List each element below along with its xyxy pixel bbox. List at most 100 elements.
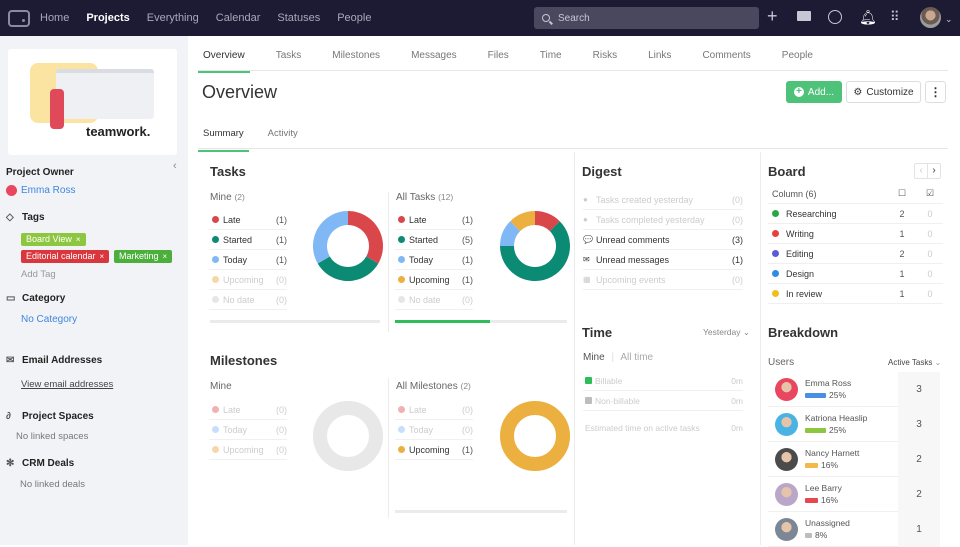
chevron-right-icon[interactable]: › (928, 164, 940, 178)
legend-row[interactable]: Today (1) (395, 250, 473, 270)
tag-chip[interactable]: Editorial calendar × (21, 250, 110, 263)
estimate-value: 0m (731, 423, 743, 433)
category-value-link[interactable]: No Category (21, 314, 77, 325)
time-tab-mine[interactable]: Mine (583, 352, 605, 363)
board-column-row[interactable]: Writing 1 0 (768, 224, 943, 244)
legend-row[interactable]: Upcoming (0) (209, 270, 287, 290)
nav-item-home[interactable]: Home (40, 12, 69, 24)
projects-logo-icon[interactable] (8, 9, 30, 27)
user-avatar[interactable] (920, 7, 941, 28)
column-name: Writing (786, 228, 814, 239)
user-name: Unassigned (805, 518, 850, 528)
digest-row[interactable]: ● Tasks created yesterday (0) (583, 190, 743, 210)
user-row[interactable]: Emma Ross 25% 3 (768, 371, 940, 407)
tag-chip[interactable]: Board View × (21, 233, 86, 246)
category-label: Category (22, 293, 66, 304)
nav-item-projects[interactable]: Projects (86, 12, 129, 24)
user-row[interactable]: Unassigned 8% 1 (768, 511, 940, 547)
legend-count: (0) (462, 424, 473, 435)
legend-count: (0) (276, 424, 287, 435)
legend-row[interactable]: No date (0) (395, 290, 473, 310)
view-email-addresses-link[interactable]: View email addresses (21, 379, 113, 390)
column-color-dot (772, 270, 779, 277)
legend-row[interactable]: Late (1) (395, 210, 473, 230)
user-row[interactable]: Katriona Heaslip 25% 3 (768, 406, 940, 442)
time-value: 0m (731, 395, 743, 406)
donut-slice-started[interactable] (317, 256, 379, 282)
status-dot-icon (212, 446, 219, 453)
digest-row[interactable]: ✉ Unread messages (1) (583, 250, 743, 270)
legend-row[interactable]: Today (0) (395, 420, 473, 440)
chevron-down-icon[interactable]: ⌄ (945, 11, 953, 27)
board-column-row[interactable]: Editing 2 0 (768, 244, 943, 264)
legend-label: Late (223, 214, 241, 225)
user-row[interactable]: Nancy Harnett 16% 2 (768, 441, 940, 477)
time-title: Time (582, 325, 613, 340)
user-row[interactable]: Lee Barry 16% 2 (768, 476, 940, 512)
time-label: Billable (595, 375, 623, 386)
nav-item-people[interactable]: People (337, 12, 371, 24)
active-tasks-sort-dropdown[interactable]: Active Tasks ⌄ (888, 358, 941, 367)
legend-row[interactable]: Started (1) (209, 230, 287, 250)
legend-row[interactable]: Upcoming (1) (395, 440, 473, 460)
milestones-title: Milestones (210, 353, 278, 368)
legend-row[interactable]: Late (1) (209, 210, 287, 230)
folder-icon[interactable] (797, 11, 811, 21)
owner-name-link[interactable]: Emma Ross (21, 185, 75, 196)
add-button[interactable]: + Add... (786, 81, 842, 103)
legend-row[interactable]: Late (0) (395, 400, 473, 420)
legend-row[interactable]: Upcoming (1) (395, 270, 473, 290)
nav-item-everything[interactable]: Everything (147, 12, 199, 24)
digest-row[interactable]: 💬 Unread comments (3) (583, 230, 743, 250)
chevron-left-icon[interactable]: ‹ (915, 164, 928, 178)
legend-label: Today (223, 424, 248, 435)
tasks-mine-donut-chart (313, 211, 383, 282)
time-row: Non-billable 0m (583, 391, 743, 411)
remove-tag-icon[interactable]: × (76, 235, 81, 244)
project-owner-label: Project Owner (6, 167, 74, 178)
chevron-down-icon: ⌄ (742, 327, 750, 337)
bell-icon[interactable]: 🔔︎ (859, 9, 877, 25)
time-period-dropdown[interactable]: Yesterday ⌄ (703, 327, 750, 338)
add-button-label: Add... (807, 86, 835, 98)
status-dot-icon (212, 256, 219, 263)
plus-icon[interactable]: + (767, 7, 778, 25)
customize-button[interactable]: ⚙ Customize (846, 81, 921, 103)
apps-grid-icon[interactable]: ⠿ (890, 9, 899, 25)
user-avatar (775, 447, 798, 471)
time-tab-all-time[interactable]: All time (620, 352, 653, 363)
nav-item-calendar[interactable]: Calendar (216, 12, 261, 24)
legend-row[interactable]: Late (0) (209, 400, 287, 420)
legend-row[interactable]: No date (0) (209, 290, 287, 310)
digest-row[interactable]: ● Tasks completed yesterday (0) (583, 210, 743, 230)
digest-count: (0) (732, 194, 743, 205)
legend-row[interactable]: Upcoming (0) (209, 440, 287, 460)
donut-slice-late[interactable] (348, 211, 383, 264)
sort-label: Active Tasks (888, 358, 933, 367)
percent-label: 25% (829, 390, 847, 400)
remove-tag-icon[interactable]: × (100, 252, 105, 261)
board-column-row[interactable]: In review 1 0 (768, 284, 943, 304)
board-column-row[interactable]: Design 1 0 (768, 264, 943, 284)
collapse-sidebar-icon[interactable]: ‹ (173, 160, 177, 172)
legend-row[interactable]: Today (0) (209, 420, 287, 440)
nav-item-statuses[interactable]: Statuses (277, 12, 320, 24)
chat-icon[interactable] (828, 10, 842, 24)
legend-count: (0) (462, 404, 473, 415)
legend-row[interactable]: Started (5) (395, 230, 473, 250)
more-options-button[interactable]: ⋮ (925, 81, 946, 103)
status-dot-icon (398, 256, 405, 263)
envelope-icon: ✉ (6, 355, 15, 366)
remove-tag-icon[interactable]: × (163, 252, 168, 261)
legend-label: Late (223, 404, 241, 415)
donut-slice-upcoming[interactable] (500, 401, 570, 471)
user-info: Katriona Heaslip 25% (805, 413, 898, 435)
donut-slice-today[interactable] (313, 211, 348, 264)
search-input[interactable]: Search (534, 7, 759, 29)
digest-row[interactable]: ▦ Upcoming events (0) (583, 270, 743, 290)
legend-row[interactable]: Today (1) (209, 250, 287, 270)
percent-label: 16% (821, 495, 839, 505)
board-column-row[interactable]: Researching 2 0 (768, 204, 943, 224)
tag-chip[interactable]: Marketing × (114, 250, 173, 263)
add-tag-link[interactable]: Add Tag (21, 269, 56, 280)
